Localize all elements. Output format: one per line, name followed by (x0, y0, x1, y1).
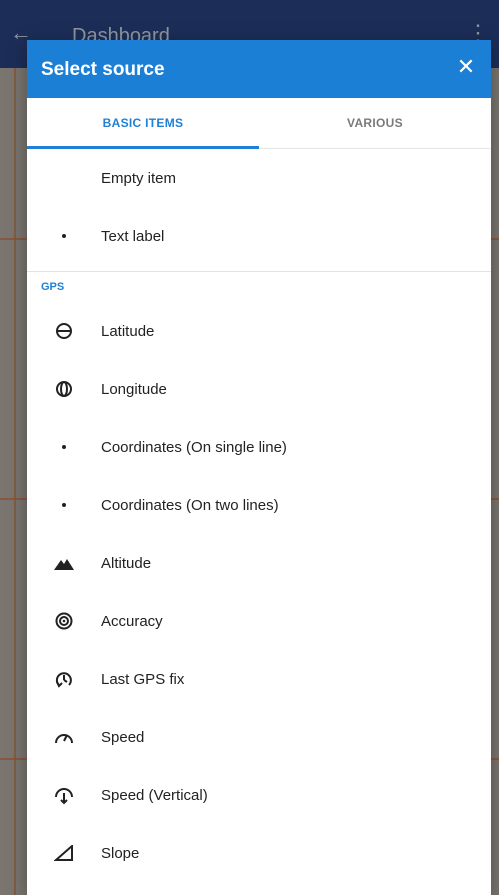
bullet-icon (27, 445, 101, 449)
list-item-label: Empty item (101, 169, 177, 187)
list-item-label: Last GPS fix (101, 670, 185, 688)
speedometer-icon (27, 729, 101, 745)
list-item-empty-item[interactable]: Empty item (27, 149, 491, 207)
list-item-label: Altitude (101, 554, 152, 572)
dialog-header: Select source ✕ (27, 40, 491, 98)
gps-fix-icon (27, 669, 101, 689)
list-item-slope[interactable]: Slope (27, 824, 491, 882)
list-item-coordinates-two-lines[interactable]: Coordinates (On two lines) (27, 476, 491, 534)
tab-various[interactable]: VARIOUS (259, 98, 491, 148)
list-item-accuracy[interactable]: Accuracy (27, 592, 491, 650)
list-item-latitude[interactable]: Latitude (27, 302, 491, 360)
bullet-icon (27, 503, 101, 507)
list-item-speed[interactable]: Speed (27, 708, 491, 766)
list-item-label: Slope (101, 844, 140, 862)
latitude-icon (27, 322, 101, 340)
bullet-icon (27, 234, 101, 238)
select-source-dialog: Select source ✕ BASIC ITEMS VARIOUS Empt… (27, 40, 491, 895)
list-item-speed-vertical[interactable]: Speed (Vertical) (27, 766, 491, 824)
source-list: Empty item Text label GPS Latitude Longi… (27, 149, 491, 882)
tab-bar: BASIC ITEMS VARIOUS (27, 98, 491, 149)
list-item-label: Latitude (101, 322, 155, 340)
list-item-label: Longitude (101, 380, 167, 398)
close-icon[interactable]: ✕ (455, 56, 477, 78)
slope-icon (27, 845, 101, 861)
longitude-icon (27, 380, 101, 398)
tab-basic-items[interactable]: BASIC ITEMS (27, 98, 259, 149)
list-item-label: Coordinates (On two lines) (101, 496, 279, 514)
list-item-text-label[interactable]: Text label (27, 207, 491, 265)
target-icon (27, 612, 101, 630)
list-item-coordinates-single-line[interactable]: Coordinates (On single line) (27, 418, 491, 476)
list-item-label: Coordinates (On single line) (101, 438, 287, 456)
vertical-speed-icon (27, 785, 101, 805)
list-item-label: Speed (Vertical) (101, 786, 208, 804)
list-item-longitude[interactable]: Longitude (27, 360, 491, 418)
list-item-label: Accuracy (101, 612, 163, 630)
list-item-label: Text label (101, 227, 165, 245)
list-item-label: Speed (101, 728, 145, 746)
mountain-icon (27, 556, 101, 570)
dialog-title: Select source (41, 59, 165, 80)
list-item-altitude[interactable]: Altitude (27, 534, 491, 592)
section-header-gps: GPS (41, 281, 65, 293)
list-item-last-gps-fix[interactable]: Last GPS fix (27, 650, 491, 708)
